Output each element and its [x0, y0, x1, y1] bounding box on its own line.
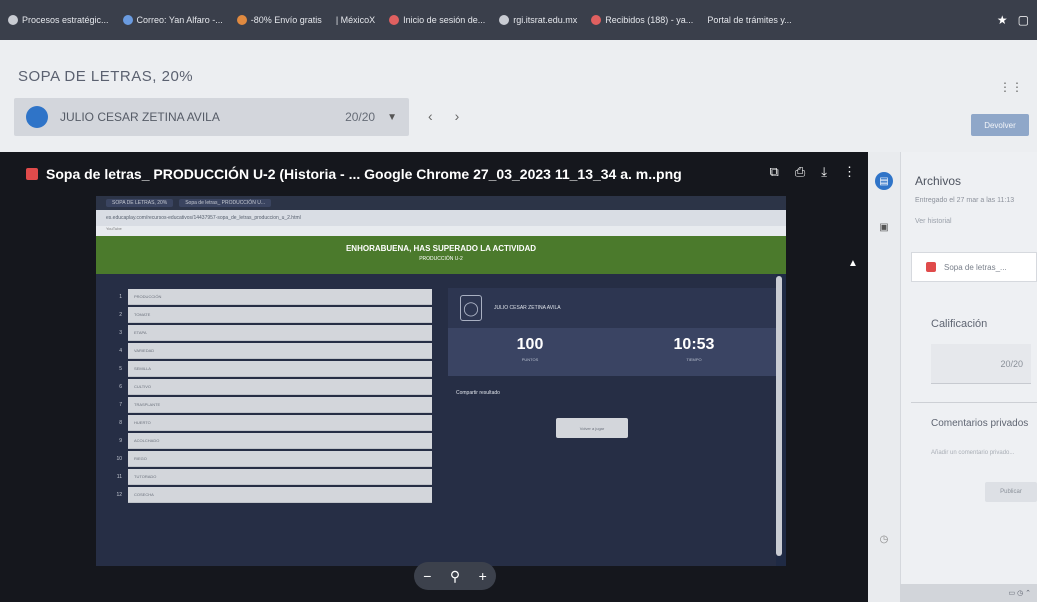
avatar [26, 106, 48, 128]
time-value: 10:53 [673, 336, 715, 353]
student-selector[interactable]: JULIO CESAR ZETINA AVILA 20/20 ▼ [14, 98, 409, 136]
star-icon[interactable]: ★ [997, 13, 1008, 27]
congrats-subtitle: PRODUCCIÓN U-2 [419, 256, 463, 262]
attached-file-name: Sopa de letras_... [944, 262, 1007, 272]
result-name: JULIO CESAR ZETINA AVILA [494, 305, 561, 311]
more-options-icon[interactable]: ⋮ [843, 164, 856, 180]
zoom-out-button[interactable]: − [423, 568, 431, 584]
bookmark-3[interactable]: -80% Envío gratis [236, 15, 322, 25]
bookmark-8[interactable]: Portal de trámites y... [707, 15, 791, 25]
congrats-title: ENHORABUENA, HAS SUPERADO LA ACTIVIDAD [345, 244, 537, 253]
shop-icon [236, 15, 247, 25]
bookmark-5[interactable]: Inicio de sesión de... [389, 15, 485, 25]
attached-file[interactable]: Sopa de letras_... [911, 252, 1037, 282]
shot-browser-tabs: SOPA DE LETRAS, 20% Sopa de letras_ PROD… [96, 196, 786, 210]
shot-body: 1 PRODUCCIÓN 2 TOMATE 3 ETAPA 4 VARIEDAD 5 SE… [96, 274, 776, 566]
assignment-title: SOPA DE LETRAS, 20% [18, 68, 194, 85]
list-item: 10 RIEGO [112, 450, 432, 468]
rubric-icon[interactable]: ▣ [875, 218, 893, 236]
open-new-window-icon[interactable]: ⧉ [770, 164, 779, 180]
user-icon: ◯ [460, 295, 482, 321]
zoom-in-button[interactable]: + [479, 568, 487, 584]
score-stat: 100 PUNTOS [448, 328, 612, 376]
file-viewer: Sopa de letras_ PRODUCCIÓN U-2 (Historia… [0, 152, 868, 602]
list-item: 11 TUTORADO [112, 468, 432, 486]
student-grade: 20/20 [345, 110, 376, 124]
publish-button[interactable]: Publicar [985, 482, 1037, 502]
student-navigation: ‹ › [428, 108, 459, 124]
history-link[interactable]: Ver historial [915, 218, 952, 225]
taskbar-tray: ▭ ◷ ⌃ [900, 584, 1037, 602]
viewer-actions: ⧉ ⎙ ⤓ ⋮ [770, 164, 856, 180]
list-item: 2 TOMATE [112, 306, 432, 324]
dropdown-caret-icon[interactable]: ▼ [387, 112, 397, 123]
private-comment-input[interactable]: Añadir un comentario privado... [931, 450, 1035, 456]
bookmark-4[interactable]: | MéxicoX [336, 15, 375, 25]
grading-header: SOPA DE LETRAS, 20% ⋮⋮ JULIO CESAR ZETIN… [0, 40, 1037, 152]
viewer-file-name: Sopa de letras_ PRODUCCIÓN U-2 (Historia… [46, 166, 682, 182]
list-item: 3 ETAPA [112, 324, 432, 342]
previous-student-icon[interactable]: ‹ [428, 108, 433, 124]
list-item: 8 HUERTO [112, 414, 432, 432]
magnifier-icon[interactable]: ⚲ [450, 568, 460, 585]
divider [911, 402, 1037, 403]
globe-icon [8, 15, 18, 25]
window-controls: ★ ▢ [997, 13, 1029, 27]
list-item: 12 COSECHA [112, 486, 432, 504]
embedded-screenshot: SOPA DE LETRAS, 20% Sopa de letras_ PROD… [96, 196, 786, 566]
list-item: 1 PRODUCCIÓN [112, 288, 432, 306]
side-tool-strip: ▤ ▣ ◷ [868, 152, 900, 602]
private-comments-label: Comentarios privados [931, 418, 1029, 429]
grade-input[interactable]: 20/20 [931, 344, 1031, 384]
score-value: 100 [516, 336, 544, 353]
return-button[interactable]: Devolver [971, 114, 1029, 136]
history-icon[interactable]: ◷ [875, 530, 893, 548]
list-item: 6 CULTIVO [112, 378, 432, 396]
files-panel-icon[interactable]: ▤ [875, 172, 893, 190]
window-icon[interactable]: ▢ [1018, 13, 1029, 27]
time-stat: 10:53 TIEMPO [612, 328, 776, 376]
next-student-icon[interactable]: › [455, 108, 460, 124]
image-file-icon [26, 168, 38, 180]
login-icon [389, 15, 400, 25]
bookmark-2[interactable]: Correo: Yan Alfaro -... [122, 15, 223, 25]
word-list: 1 PRODUCCIÓN 2 TOMATE 3 ETAPA 4 VARIEDAD 5 SE… [112, 288, 432, 542]
shot-bookmark-bar: YouTube [96, 226, 786, 236]
result-stats: 100 PUNTOS 10:53 TIEMPO [448, 328, 776, 376]
list-item: 5 SEMILLA [112, 360, 432, 378]
retry-button: Volver a jugar [556, 418, 628, 438]
shot-tab: Sopa de letras_ PRODUCCIÓN U... [179, 199, 271, 207]
grade-label: Calificación [931, 318, 988, 330]
submitted-text: Entregado el 27 mar a las 11:13 [915, 197, 1015, 204]
bookmark-6[interactable]: rgi.itsrat.edu.mx [499, 15, 577, 25]
apps-grid-icon[interactable]: ⋮⋮ [999, 80, 1023, 94]
files-heading: Archivos [915, 174, 962, 188]
share-label: Compartir resultado [456, 390, 500, 396]
list-item: 4 VARIEDAD [112, 342, 432, 360]
download-icon[interactable]: ⤓ [821, 164, 827, 180]
shot-address-bar: es.educaplay.com/recursos-educativos/144… [96, 210, 786, 226]
congrats-banner: ENHORABUENA, HAS SUPERADO LA ACTIVIDAD P… [96, 236, 786, 274]
result-card: ◯ JULIO CESAR ZETINA AVILA 100 PUNTOS 10… [448, 288, 776, 376]
mouse-cursor-icon: ▲ [848, 258, 858, 269]
zoom-controls: − ⚲ + [414, 562, 496, 590]
bookmark-7[interactable]: Recibidos (188) - ya... [591, 15, 693, 25]
mail-icon [591, 15, 602, 25]
student-name: JULIO CESAR ZETINA AVILA [60, 110, 220, 124]
bookmarks-bar: Procesos estratégic... Correo: Yan Alfar… [0, 0, 1037, 40]
shot-scrollbar [776, 276, 782, 556]
score-label: PUNTOS [521, 357, 539, 362]
shot-tab: SOPA DE LETRAS, 20% [106, 199, 174, 207]
result-user: ◯ JULIO CESAR ZETINA AVILA [448, 288, 776, 328]
list-item: 9 ACOLCHADO [112, 432, 432, 450]
list-item: 7 TRASPLANTE [112, 396, 432, 414]
print-icon[interactable]: ⎙ [795, 164, 805, 180]
viewer-toolbar: Sopa de letras_ PRODUCCIÓN U-2 (Historia… [0, 152, 868, 196]
outlook-icon [122, 15, 133, 25]
image-file-icon [926, 262, 936, 272]
files-panel: Archivos Entregado el 27 mar a las 11:13… [900, 152, 1037, 602]
globe-icon [499, 15, 510, 25]
bookmark-1[interactable]: Procesos estratégic... [8, 15, 109, 25]
time-label: TIEMPO [686, 357, 702, 362]
